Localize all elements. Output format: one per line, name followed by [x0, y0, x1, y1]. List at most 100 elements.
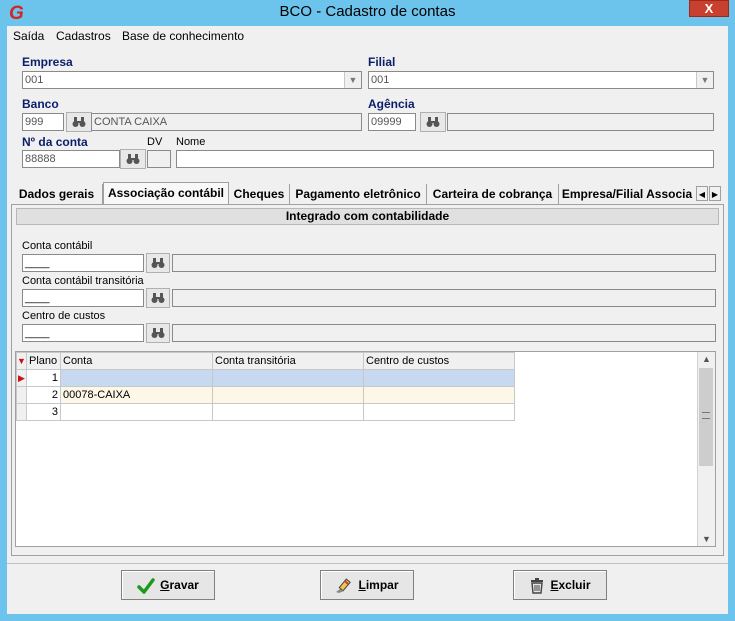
banco-label: Banco	[22, 97, 59, 111]
cell-centro-custos[interactable]	[363, 403, 515, 421]
binoculars-icon	[151, 328, 165, 338]
agencia-code-input[interactable]: 09999	[368, 113, 416, 131]
centro-custos-label: Centro de custos	[22, 310, 106, 322]
menu-saida[interactable]: Saída	[13, 29, 44, 43]
gravar-button[interactable]: Gravar	[121, 570, 215, 600]
tab-empresa-filial[interactable]: Empresa/Filial Associa	[559, 184, 695, 204]
centro-custos-search-button[interactable]	[146, 323, 170, 343]
window-title: BCO - Cadastro de contas	[279, 3, 456, 20]
binoculars-icon	[126, 154, 140, 164]
grid-col-plano[interactable]: Plano	[26, 352, 61, 370]
agencia-label: Agência	[368, 97, 415, 111]
conta-contabil-label: Conta contábil	[22, 240, 93, 252]
filial-value: 001	[371, 74, 390, 86]
cell-conta-transitoria[interactable]	[212, 386, 364, 404]
tab-carteira-cobranca[interactable]: Carteira de cobrança	[427, 184, 559, 204]
window-client: Saída Cadastros Base de conhecimento Emp…	[7, 26, 728, 614]
sort-down-icon: ▼	[17, 356, 26, 366]
tab-cheques[interactable]: Cheques	[229, 184, 290, 204]
limpar-label: impar	[365, 578, 399, 592]
conta-search-button[interactable]	[120, 149, 146, 169]
row-pointer-icon: ▶	[18, 373, 25, 383]
chevron-down-icon[interactable]: ▼	[696, 72, 713, 88]
limpar-button[interactable]: Limpar	[320, 570, 414, 600]
conta-transitoria-label: Conta contábil transitória	[22, 275, 144, 287]
row-indicator: ▶	[16, 369, 27, 387]
grid-col-conta[interactable]: Conta	[60, 352, 213, 370]
cell-centro-custos[interactable]	[363, 386, 515, 404]
grip-icon	[702, 412, 710, 419]
binoculars-icon	[151, 258, 165, 268]
binoculars-icon	[151, 293, 165, 303]
table-row[interactable]: 3	[16, 403, 515, 421]
eraser-icon	[336, 578, 352, 593]
conta-transitoria-desc	[172, 289, 716, 307]
cell-conta[interactable]	[60, 403, 213, 421]
dv-input[interactable]	[147, 150, 171, 168]
chevron-left-icon[interactable]: ◀	[696, 186, 708, 201]
associacao-contabil-panel: Integrado com contabilidade Conta contáb…	[11, 204, 724, 556]
grid-col-centro-custos[interactable]: Centro de custos	[363, 352, 515, 370]
gravar-label: ravar	[169, 578, 199, 592]
filial-label: Filial	[368, 55, 396, 69]
cell-plano[interactable]: 2	[26, 386, 61, 404]
chevron-down-icon[interactable]: ▼	[344, 72, 361, 88]
dv-label: DV	[147, 136, 163, 148]
chevron-down-icon[interactable]: ▼	[698, 534, 715, 544]
chevron-right-icon[interactable]: ▶	[709, 186, 721, 201]
scroll-thumb[interactable]	[699, 368, 713, 466]
binoculars-icon	[426, 117, 440, 127]
grid-indicator-header: ▼	[16, 352, 27, 370]
row-indicator	[16, 386, 27, 404]
grid-table: ▼ Plano Conta Conta transitória Centro d…	[16, 352, 515, 421]
cell-conta-transitoria[interactable]	[212, 403, 364, 421]
trash-icon	[531, 577, 544, 594]
excluir-button[interactable]: Excluir	[513, 570, 607, 600]
filial-select[interactable]: 001 ▼	[368, 71, 714, 89]
tab-pagamento-eletronico[interactable]: Pagamento eletrônico	[290, 184, 427, 204]
cell-plano[interactable]: 1	[26, 369, 61, 387]
section-header: Integrado com contabilidade	[16, 208, 719, 225]
title-bar: G BCO - Cadastro de contas X	[0, 0, 735, 24]
close-button[interactable]: X	[689, 0, 729, 17]
table-row[interactable]: 2 00078-CAIXA	[16, 386, 515, 404]
conta-transitoria-input[interactable]: ____	[22, 289, 144, 307]
binoculars-icon	[72, 117, 86, 127]
conta-contabil-input[interactable]: ____	[22, 254, 144, 272]
centro-custos-desc	[172, 324, 716, 342]
cell-centro-custos[interactable]	[363, 369, 515, 387]
empresa-value: 001	[25, 74, 44, 86]
agencia-search-button[interactable]	[420, 112, 446, 132]
grid-header-row: ▼ Plano Conta Conta transitória Centro d…	[16, 352, 515, 370]
empresa-select[interactable]: 001 ▼	[22, 71, 362, 89]
conta-contabil-search-button[interactable]	[146, 253, 170, 273]
conta-contabil-desc	[172, 254, 716, 272]
cell-plano[interactable]: 3	[26, 403, 61, 421]
banco-name-field: CONTA CAIXA	[91, 113, 362, 131]
grid-vertical-scrollbar[interactable]: ▲ ▼	[697, 352, 715, 546]
conta-label: Nº da conta	[22, 135, 88, 149]
grid-col-conta-transitoria[interactable]: Conta transitória	[212, 352, 364, 370]
nome-label: Nome	[176, 136, 206, 148]
plano-grid[interactable]: ▼ Plano Conta Conta transitória Centro d…	[15, 351, 716, 547]
cell-conta[interactable]	[60, 369, 213, 387]
agencia-name-field	[447, 113, 714, 131]
conta-number-input[interactable]: 88888	[22, 150, 120, 168]
table-row[interactable]: ▶ 1	[16, 369, 515, 387]
cell-conta[interactable]: 00078-CAIXA	[60, 386, 213, 404]
cell-conta-transitoria[interactable]	[212, 369, 364, 387]
check-icon	[137, 578, 155, 594]
centro-custos-input[interactable]: ____	[22, 324, 144, 342]
menu-cadastros[interactable]: Cadastros	[56, 29, 111, 43]
excluir-mnemonic: E	[550, 578, 559, 592]
conta-transitoria-search-button[interactable]	[146, 288, 170, 308]
banco-search-button[interactable]	[66, 112, 92, 132]
tab-scroll: ◀ ▶	[696, 186, 722, 202]
nome-input[interactable]	[176, 150, 714, 168]
banco-code-input[interactable]: 999	[22, 113, 64, 131]
action-bar: Gravar Limpar Excluir	[7, 563, 728, 612]
tab-dados-gerais[interactable]: Dados gerais	[11, 184, 103, 204]
menu-base-conhecimento[interactable]: Base de conhecimento	[122, 29, 244, 43]
tab-associacao-contabil[interactable]: Associação contábil	[103, 182, 229, 205]
chevron-up-icon[interactable]: ▲	[698, 354, 715, 364]
